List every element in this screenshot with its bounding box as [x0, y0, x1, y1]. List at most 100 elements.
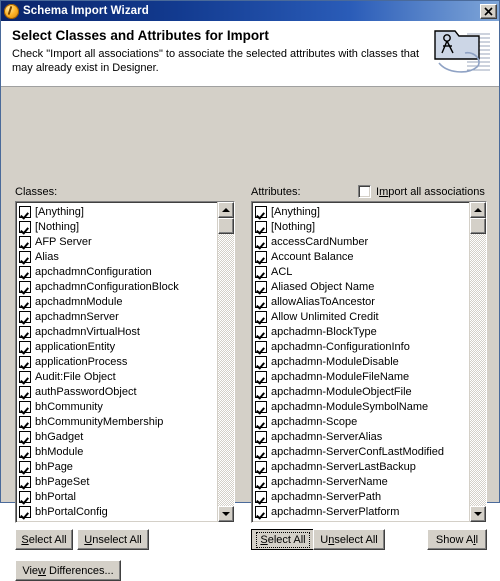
import-all-associations-checkbox[interactable]: Import all associations — [358, 185, 485, 198]
scroll-up-icon[interactable] — [470, 202, 486, 218]
list-item[interactable]: bhPageSet — [18, 474, 217, 489]
list-item[interactable]: apchadmn-Scope — [254, 414, 469, 429]
list-item[interactable]: apchadmn-ModuleDisable — [254, 354, 469, 369]
list-item-checkbox[interactable] — [19, 370, 31, 383]
list-item-checkbox[interactable] — [19, 400, 31, 413]
list-item[interactable]: bhPortalConfig — [18, 504, 217, 519]
list-item-checkbox[interactable] — [255, 250, 267, 263]
list-item[interactable]: Audit:File Object — [18, 369, 217, 384]
list-item[interactable]: apchadmnModule — [18, 294, 217, 309]
list-item[interactable]: Allow Unlimited Credit — [254, 309, 469, 324]
list-item-checkbox[interactable] — [19, 445, 31, 458]
classes-items[interactable]: [Anything] [Nothing] AFP Server Alias apchad… — [16, 202, 217, 522]
scroll-thumb[interactable] — [470, 218, 486, 234]
list-item-checkbox[interactable] — [255, 220, 267, 233]
list-item[interactable]: allowAliasToAncestor — [254, 294, 469, 309]
list-item[interactable]: bhModule — [18, 444, 217, 459]
list-item[interactable]: apchadmnConfigurationBlock — [18, 279, 217, 294]
list-item[interactable]: bhCommunityMembership — [18, 414, 217, 429]
unselect-all-attributes-button[interactable]: Unselect All — [313, 529, 385, 550]
list-item-checkbox[interactable] — [255, 475, 267, 488]
title-bar[interactable]: Schema Import Wizard — [1, 1, 499, 21]
unselect-all-classes-button[interactable]: Unselect All — [77, 529, 149, 550]
list-item[interactable]: authPasswordObject — [18, 384, 217, 399]
list-item[interactable]: bhCommunity — [18, 399, 217, 414]
list-item-checkbox[interactable] — [19, 280, 31, 293]
list-item-checkbox[interactable] — [19, 505, 31, 518]
list-item[interactable]: apchadmn-ServerConfLastModified — [254, 444, 469, 459]
list-item-checkbox[interactable] — [255, 310, 267, 323]
list-item-checkbox[interactable] — [19, 235, 31, 248]
list-item-checkbox[interactable] — [255, 370, 267, 383]
list-item[interactable]: applicationProcess — [18, 354, 217, 369]
select-all-attributes-button[interactable]: Select All — [251, 529, 315, 550]
list-item-checkbox[interactable] — [19, 475, 31, 488]
list-item[interactable]: bhPage — [18, 459, 217, 474]
list-item[interactable]: bhPortal — [18, 489, 217, 504]
list-item-checkbox[interactable] — [19, 340, 31, 353]
scroll-track[interactable] — [470, 234, 486, 506]
list-item[interactable]: apchadmn-ModuleSymbolName — [254, 399, 469, 414]
list-item[interactable]: apchadmn-ModuleObjectFile — [254, 384, 469, 399]
list-item[interactable]: apchadmn-ModuleFileName — [254, 369, 469, 384]
attributes-items[interactable]: [Anything] [Nothing] accessCardNumber Accou… — [252, 202, 469, 522]
list-item[interactable]: apchadmn-ServerName — [254, 474, 469, 489]
select-all-classes-button[interactable]: Select All — [15, 529, 73, 550]
list-item-checkbox[interactable] — [255, 280, 267, 293]
list-item-checkbox[interactable] — [255, 415, 267, 428]
list-item-checkbox[interactable] — [255, 385, 267, 398]
list-item[interactable]: apchadmn-ServerLastBackup — [254, 459, 469, 474]
list-item[interactable]: apchadmn-BlockType — [254, 324, 469, 339]
list-item-checkbox[interactable] — [19, 310, 31, 323]
list-item-checkbox[interactable] — [19, 295, 31, 308]
list-item-checkbox[interactable] — [19, 430, 31, 443]
list-item-checkbox[interactable] — [19, 325, 31, 338]
list-item-checkbox[interactable] — [255, 295, 267, 308]
list-item-checkbox[interactable] — [255, 505, 267, 518]
list-item[interactable]: ACL — [254, 264, 469, 279]
list-item-checkbox[interactable] — [255, 355, 267, 368]
list-item-checkbox[interactable] — [255, 490, 267, 503]
list-item-checkbox[interactable] — [255, 325, 267, 338]
list-item-checkbox[interactable] — [255, 235, 267, 248]
list-item[interactable]: Alias — [18, 249, 217, 264]
list-item[interactable]: apchadmn-ConfigurationInfo — [254, 339, 469, 354]
list-item-checkbox[interactable] — [255, 265, 267, 278]
list-item-checkbox[interactable] — [255, 205, 267, 218]
scroll-down-icon[interactable] — [218, 506, 234, 522]
list-item[interactable]: apchadmnVirtualHost — [18, 324, 217, 339]
list-item-checkbox[interactable] — [19, 385, 31, 398]
list-item-checkbox[interactable] — [255, 400, 267, 413]
classes-scrollbar[interactable] — [217, 202, 234, 522]
list-item-checkbox[interactable] — [19, 460, 31, 473]
list-item-checkbox[interactable] — [19, 220, 31, 233]
list-item[interactable]: apchadmn-ServerPath — [254, 489, 469, 504]
classes-listbox[interactable]: [Anything] [Nothing] AFP Server Alias apchad… — [15, 201, 235, 523]
list-item-checkbox[interactable] — [255, 340, 267, 353]
checkbox-box[interactable] — [358, 185, 371, 198]
list-item-checkbox[interactable] — [19, 250, 31, 263]
scroll-thumb[interactable] — [218, 218, 234, 234]
scroll-down-icon[interactable] — [470, 506, 486, 522]
list-item[interactable]: apchadmn-ServerPlatform — [254, 504, 469, 519]
list-item[interactable]: apchadmn-ServerAlias — [254, 429, 469, 444]
list-item-checkbox[interactable] — [19, 205, 31, 218]
list-item[interactable]: accessCardNumber — [254, 234, 469, 249]
list-item-checkbox[interactable] — [19, 355, 31, 368]
list-item-checkbox[interactable] — [19, 415, 31, 428]
list-item-checkbox[interactable] — [255, 430, 267, 443]
list-item[interactable]: [Anything] — [18, 204, 217, 219]
list-item-checkbox[interactable] — [255, 460, 267, 473]
list-item-checkbox[interactable] — [255, 445, 267, 458]
close-icon[interactable] — [480, 3, 497, 19]
attributes-listbox[interactable]: [Anything] [Nothing] accessCardNumber Accou… — [251, 201, 487, 523]
list-item[interactable]: bhGadget — [18, 429, 217, 444]
scroll-track[interactable] — [218, 234, 234, 506]
list-item-checkbox[interactable] — [19, 265, 31, 278]
list-item[interactable]: applicationEntity — [18, 339, 217, 354]
list-item[interactable]: Aliased Object Name — [254, 279, 469, 294]
list-item-checkbox[interactable] — [19, 490, 31, 503]
list-item[interactable]: apchadmnConfiguration — [18, 264, 217, 279]
show-all-button[interactable]: Show All — [427, 529, 487, 550]
attributes-scrollbar[interactable] — [469, 202, 486, 522]
